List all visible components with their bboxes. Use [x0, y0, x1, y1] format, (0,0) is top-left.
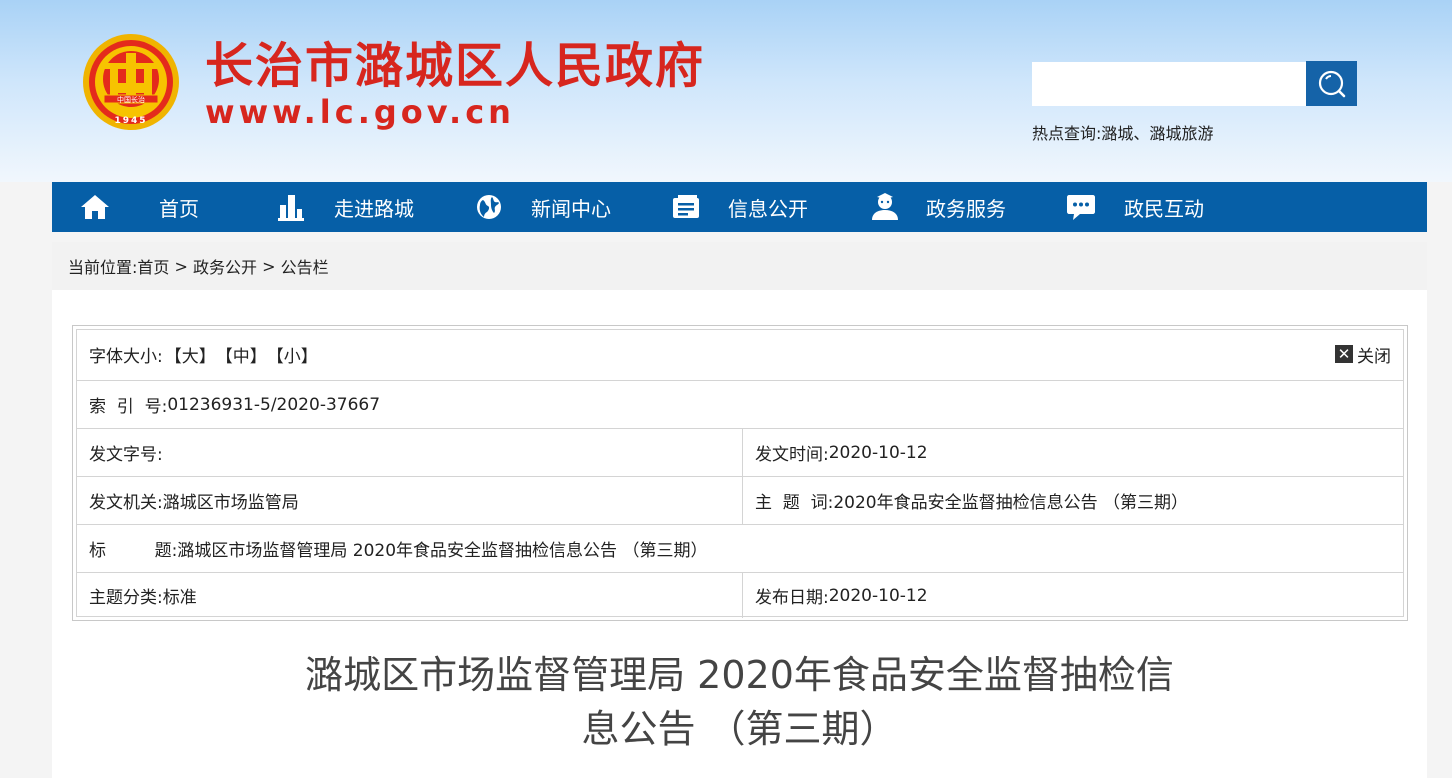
issuer-label: 发文机关: [89, 493, 163, 513]
nav-label-info: 信息公开 [728, 196, 808, 221]
article-title-line2: 息公告 （第三期） [581, 707, 898, 751]
doc-number-row: 发文字号: 发文时间: 2020-10-12 [77, 428, 1403, 476]
search-icon [1318, 70, 1345, 97]
doc-time-label: 发文时间: [755, 445, 829, 465]
category-row: 主题分类: 标准 发布日期: 2020-10-12 [77, 572, 1403, 618]
site-header: 中国长治 1945 长治市潞城区人民政府 www.lc.gov.cn 热点查询:… [0, 0, 1452, 182]
buildings-icon [278, 195, 304, 221]
title-label: 标 题: [89, 541, 178, 561]
close-icon: ✕ [1335, 345, 1353, 363]
doc-number-label: 发文字号: [89, 445, 163, 465]
issuer-cell: 发文机关: 潞城区市场监管局 [77, 477, 742, 524]
keywords-value: 2020年食品安全监督抽检信息公告 （第三期） [833, 493, 1189, 513]
font-size-label: 字体大小: [89, 346, 163, 367]
font-size-large[interactable]: 【大】 [165, 342, 216, 367]
doc-time-value: 2020-10-12 [828, 442, 928, 463]
font-size-row: 字体大小: 【大】 【中】 【小】 ✕ 关闭 [77, 330, 1403, 378]
publish-date-value: 2020-10-12 [828, 585, 928, 606]
document-info-table: 字体大小: 【大】 【中】 【小】 ✕ 关闭 索 引 号: 01236931-5… [72, 325, 1408, 621]
breadcrumb-separator: > [169, 256, 193, 276]
document-info-inner: 字体大小: 【大】 【中】 【小】 ✕ 关闭 索 引 号: 01236931-5… [76, 329, 1404, 618]
person-icon [872, 193, 898, 220]
keywords-cell: 主 题 词: 2020年食品安全监督抽检信息公告 （第三期） [742, 477, 1403, 524]
nav-item-interaction[interactable]: 政民互动 [1066, 182, 1204, 232]
emblem-year: 1945 [114, 116, 147, 126]
search-button[interactable] [1306, 61, 1357, 106]
publish-date-label: 发布日期: [755, 588, 829, 608]
nav-label-about: 走进路城 [334, 196, 414, 221]
nav-label-news: 新闻中心 [531, 196, 611, 221]
site-title: 长治市潞城区人民政府 [205, 38, 706, 94]
nav-item-home[interactable]: 首页 [79, 182, 199, 232]
globe-icon [477, 195, 501, 219]
breadcrumb: 当前位置: 首页 > 政务公开 > 公告栏 [52, 242, 1427, 290]
doc-number-cell: 发文字号: [77, 429, 742, 476]
nav-label-services: 政务服务 [926, 196, 1006, 221]
category-value: 标准 [162, 588, 197, 608]
publish-date-cell: 发布日期: 2020-10-12 [742, 573, 1403, 618]
home-icon [81, 195, 109, 219]
hot-search: 热点查询:潞城、潞城旅游 [1032, 120, 1213, 144]
nav-label-home: 首页 [159, 196, 199, 221]
close-button[interactable]: ✕ 关闭 [1335, 330, 1391, 378]
chat-icon [1067, 195, 1095, 220]
breadcrumb-bulletin[interactable]: 公告栏 [281, 254, 329, 278]
hot-search-label: 热点查询: [1032, 124, 1102, 143]
hot-separator: 、 [1133, 124, 1150, 143]
doc-time-cell: 发文时间: 2020-10-12 [742, 429, 1403, 476]
title-cell: 标 题: 潞城区市场监督管理局 2020年食品安全监督抽检信息公告 （第三期） [77, 525, 1403, 572]
index-cell: 索 引 号: 01236931-5/2020-37667 [77, 381, 1403, 428]
nav-item-services[interactable]: 政务服务 [870, 182, 1006, 232]
breadcrumb-prefix: 当前位置: [68, 258, 138, 277]
article-title-line1: 潞城区市场监督管理局 2020年食品安全监督抽检信 [305, 653, 1174, 697]
hot-link-lucheng-tourism[interactable]: 潞城旅游 [1149, 124, 1213, 143]
title-value: 潞城区市场监督管理局 2020年食品安全监督抽检信息公告 （第三期） [177, 541, 708, 561]
issuer-row: 发文机关: 潞城区市场监管局 主 题 词: 2020年食品安全监督抽检信息公告 … [77, 476, 1403, 524]
index-row: 索 引 号: 01236931-5/2020-37667 [77, 380, 1403, 428]
main-nav: 首页 走进路城 新闻中心 信息公开 政务服务 政民互动 [52, 182, 1427, 232]
nav-item-news[interactable]: 新闻中心 [475, 182, 611, 232]
font-size-cell: 字体大小: 【大】 【中】 【小】 [77, 330, 1403, 378]
nav-item-info[interactable]: 信息公开 [672, 182, 808, 232]
article-title: 潞城区市场监督管理局 2020年食品安全监督抽检信 息公告 （第三期） [252, 648, 1227, 756]
index-label: 索 引 号: [89, 397, 168, 417]
breadcrumb-separator: > [257, 256, 281, 276]
search-input[interactable] [1032, 62, 1306, 106]
close-label: 关闭 [1357, 346, 1391, 367]
hot-link-lucheng[interactable]: 潞城 [1101, 124, 1133, 143]
emblem-label: 中国长治 [117, 95, 145, 104]
category-cell: 主题分类: 标准 [77, 573, 742, 618]
content-area: 当前位置: 首页 > 政务公开 > 公告栏 字体大小: 【大】 【中】 【小】 … [52, 242, 1427, 778]
font-size-small[interactable]: 【小】 [267, 342, 318, 367]
document-icon [673, 195, 699, 218]
index-value: 01236931-5/2020-37667 [167, 394, 381, 415]
nav-label-interaction: 政民互动 [1124, 196, 1204, 221]
category-label: 主题分类: [89, 588, 163, 608]
breadcrumb-home[interactable]: 首页 [137, 254, 169, 278]
font-size-medium[interactable]: 【中】 [216, 342, 267, 367]
keywords-label: 主 题 词: [755, 493, 834, 513]
nav-item-about[interactable]: 走进路城 [278, 182, 414, 232]
city-emblem-icon: 中国长治 1945 [83, 34, 179, 130]
site-url: www.lc.gov.cn [205, 93, 515, 131]
issuer-value: 潞城区市场监管局 [162, 493, 299, 513]
title-row: 标 题: 潞城区市场监督管理局 2020年食品安全监督抽检信息公告 （第三期） [77, 524, 1403, 572]
breadcrumb-gov-affairs[interactable]: 政务公开 [193, 254, 257, 278]
